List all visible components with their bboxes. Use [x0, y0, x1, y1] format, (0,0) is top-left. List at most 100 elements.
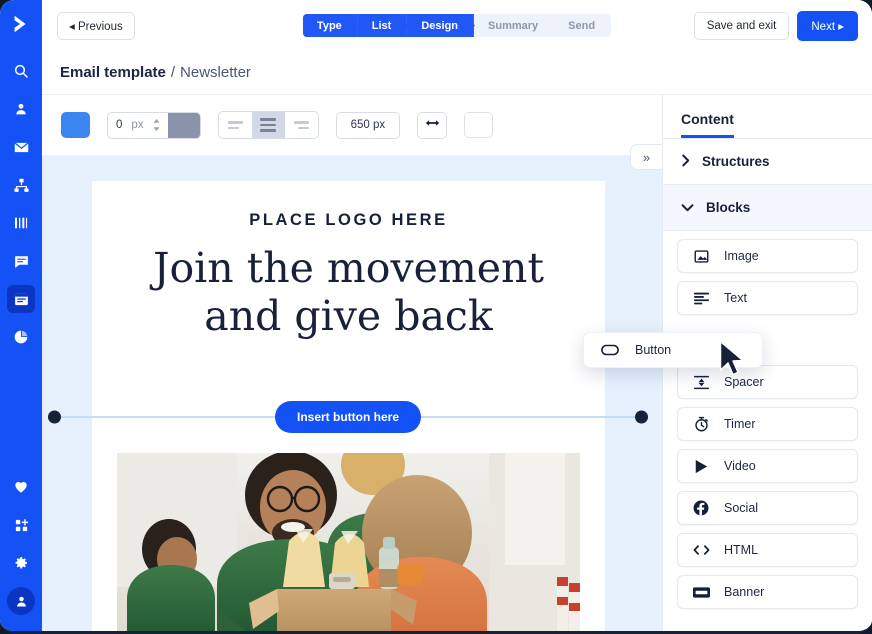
step-design-label: Design [421, 19, 459, 32]
blocks-list: Image Text Button Spacer [663, 231, 872, 609]
block-item-spacer-label: Spacer [724, 375, 764, 389]
width-input[interactable]: 650 px [335, 111, 401, 139]
top-bar: ◂ Previous Type List Design Summary Send… [42, 0, 872, 51]
drop-handle-right[interactable] [635, 410, 648, 424]
volunteers-donation-photo [117, 453, 580, 631]
drop-indicator[interactable]: Insert button here [48, 401, 648, 433]
sidebar-item-settings[interactable] [7, 549, 35, 577]
social-icon [692, 500, 710, 516]
background-color-swatch-button[interactable] [464, 112, 494, 138]
align-center-button[interactable] [251, 112, 285, 138]
sidebar-item-apps[interactable] [7, 511, 35, 539]
sidebar-item-search[interactable] [7, 57, 35, 85]
block-item-timer-label: Timer [724, 417, 756, 431]
panel-tabs: Content [663, 95, 872, 139]
stepper-value: 0 [116, 119, 123, 131]
insert-button-here-label[interactable]: Insert button here [274, 401, 422, 433]
block-item-spacer[interactable]: Spacer [677, 365, 858, 399]
block-item-banner-label: Banner [724, 585, 765, 599]
email-canvas[interactable]: PLACE LOGO HERE Join the movement and gi… [42, 156, 662, 631]
breadcrumb: Email template / Newsletter [42, 51, 872, 95]
left-sidebar [0, 0, 42, 631]
align-left-button[interactable] [219, 112, 252, 138]
step-design[interactable]: Design [407, 14, 475, 37]
sidebar-item-analytics[interactable] [7, 323, 35, 351]
block-item-html-label: HTML [724, 543, 759, 557]
sidebar-item-automation[interactable] [7, 171, 35, 199]
step-list[interactable]: List [357, 14, 408, 37]
sidebar-item-contacts[interactable] [7, 95, 35, 123]
border-radius-stepper[interactable]: 0 px [107, 111, 201, 139]
align-right-button[interactable] [285, 112, 318, 138]
spacer-icon [692, 375, 710, 390]
html-icon [692, 544, 710, 556]
breadcrumb-primary[interactable]: Email template [60, 64, 166, 81]
email-hero-image[interactable] [117, 453, 580, 631]
breadcrumb-separator: / [170, 64, 176, 81]
email-headline[interactable]: Join the movement and give back [92, 244, 605, 341]
image-icon [692, 249, 710, 264]
drop-handle-left[interactable] [48, 410, 61, 424]
app-window: ◂ Previous Type List Design Summary Send… [0, 0, 872, 634]
top-bar-actions: Save and exit Next ▸ [693, 10, 858, 41]
sidebar-item-favorites[interactable] [7, 473, 35, 501]
step-type-label: Type [316, 19, 342, 32]
block-item-text-label: Text [724, 291, 747, 305]
step-send[interactable]: Send [554, 14, 611, 37]
step-summary[interactable]: Summary [474, 14, 554, 37]
width-value: 650 px [350, 119, 386, 131]
save-and-exit-button[interactable]: Save and exit [693, 11, 790, 40]
accordion-structures[interactable]: Structures [663, 139, 872, 185]
sidebar-item-account[interactable] [7, 587, 35, 615]
block-item-social[interactable]: Social [677, 491, 858, 525]
step-type[interactable]: Type [302, 14, 358, 37]
sidebar-item-conversations[interactable] [7, 247, 35, 275]
next-button[interactable]: Next ▸ [797, 10, 858, 41]
button-icon [601, 344, 619, 356]
block-item-video[interactable]: Video [677, 449, 858, 483]
logo-placeholder-text[interactable]: PLACE LOGO HERE [92, 211, 605, 230]
text-icon [692, 292, 710, 305]
sidebar-item-campaigns[interactable] [7, 133, 35, 161]
alignment-group [217, 111, 319, 139]
block-item-banner[interactable]: Banner [677, 575, 858, 609]
chevron-down-icon [681, 200, 694, 215]
block-item-video-label: Video [724, 459, 756, 473]
step-send-label: Send [568, 19, 596, 32]
timer-icon [692, 416, 710, 432]
drag-preview-label: Button [635, 343, 672, 357]
chevron-right-icon [681, 154, 690, 170]
horizontal-arrows-icon [425, 116, 440, 134]
email-body[interactable]: PLACE LOGO HERE Join the movement and gi… [48, 181, 648, 631]
stepper-color-preview[interactable] [167, 112, 200, 138]
drag-preview-button-block[interactable]: Button [583, 332, 763, 368]
accordion-blocks[interactable]: Blocks [663, 185, 872, 231]
brand-logo-icon[interactable] [0, 4, 42, 44]
block-item-image[interactable]: Image [677, 239, 858, 273]
design-toolbar: 0 px 650 px [42, 95, 662, 156]
video-icon [692, 459, 710, 474]
color-swatch-button[interactable] [61, 112, 90, 138]
collapse-panel-button[interactable]: » [630, 144, 662, 170]
accordion-blocks-label: Blocks [706, 200, 751, 215]
full-width-toggle-button[interactable] [417, 111, 448, 139]
stepper-arrows-icon[interactable] [152, 113, 168, 138]
breadcrumb-secondary: Newsletter [180, 64, 251, 81]
banner-icon [692, 586, 710, 598]
headline-line-1: Join the movement [153, 244, 544, 292]
wizard-stepper: Type List Design Summary Send [302, 14, 612, 37]
step-summary-label: Summary [488, 19, 539, 32]
block-item-timer[interactable]: Timer [677, 407, 858, 441]
block-item-social-label: Social [724, 501, 759, 515]
block-item-html[interactable]: HTML [677, 533, 858, 567]
previous-button[interactable]: ◂ Previous [57, 11, 135, 40]
step-list-label: List [371, 19, 392, 32]
accordion-structures-label: Structures [702, 154, 770, 169]
block-item-text[interactable]: Text [677, 281, 858, 315]
stepper-unit: px [131, 119, 144, 131]
block-item-image-label: Image [724, 249, 759, 263]
headline-line-2: and give back [204, 292, 493, 341]
sidebar-item-templates[interactable] [7, 285, 35, 313]
tab-content[interactable]: Content [681, 111, 734, 138]
sidebar-item-reports[interactable] [7, 209, 35, 237]
